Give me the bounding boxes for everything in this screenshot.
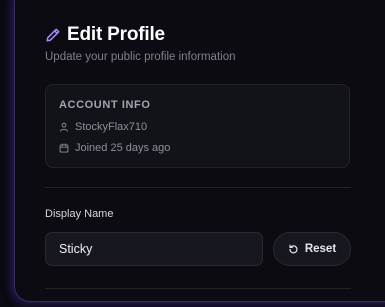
account-info-heading: ACCOUNT INFO [59,99,151,111]
reset-label: Reset [304,243,337,255]
divider [45,288,351,289]
user-icon [60,122,68,132]
joined-row: Joined 25 days ago [59,142,170,154]
divider [45,187,351,188]
card-header: Edit Profile [45,24,165,46]
joined-text: Joined 25 days ago [75,142,171,154]
username-text: StockyFlax710 [75,121,148,133]
reset-icon [289,244,298,253]
pencil-icon [46,28,60,42]
account-info-box: ACCOUNT INFO StockyFlax710 Joined 25 day… [45,84,350,168]
display-name-label: Display Name [45,208,114,220]
calendar-icon [59,143,69,153]
username-row: StockyFlax710 [59,121,147,133]
display-name-input[interactable] [45,232,263,266]
reset-button[interactable]: Reset [273,232,351,266]
page-subtitle: Update your public profile information [45,51,236,63]
page-title: Edit Profile [67,24,165,45]
page: Edit Profile Update your public profile … [0,0,385,307]
